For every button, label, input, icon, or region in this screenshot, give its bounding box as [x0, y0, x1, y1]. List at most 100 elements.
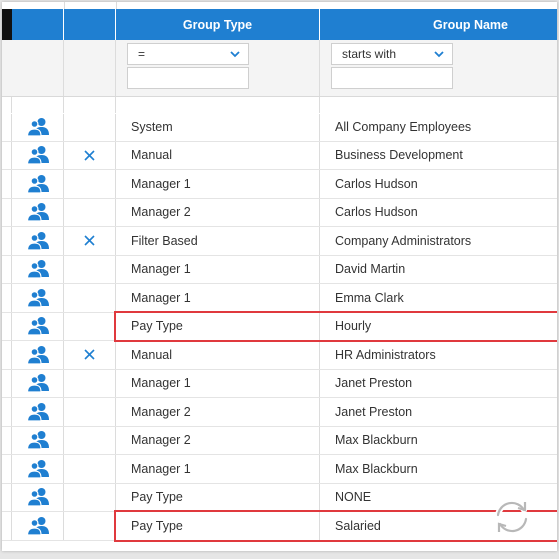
row-edge-cell [2, 398, 12, 426]
group-name-filter-input[interactable] [331, 67, 453, 89]
group-name-cell[interactable]: HR Administrators [320, 341, 557, 369]
group-name-cell[interactable]: Emma Clark [320, 284, 557, 312]
members-cell[interactable] [12, 198, 64, 226]
row-edge-cell [2, 369, 12, 397]
group-type-operator-value: = [138, 47, 146, 61]
groups-grid-panel: Group Type Group Name = starts with Syst… [2, 2, 557, 551]
group-name-cell[interactable]: Max Blackburn [320, 455, 557, 483]
members-cell[interactable] [12, 141, 64, 169]
filter-row: = starts with [2, 40, 557, 97]
remove-cell [64, 369, 116, 397]
close-icon [84, 235, 95, 246]
remove-cell [64, 426, 116, 454]
header-strip-seg [64, 2, 117, 9]
table-row[interactable]: Manager 1 Max Blackburn [2, 455, 557, 484]
group-name-cell[interactable]: All Company Employees [320, 114, 557, 141]
close-icon [84, 349, 95, 360]
refresh-icon[interactable] [489, 497, 535, 537]
filter-group-name: starts with [320, 40, 557, 96]
header-group-type[interactable]: Group Type [116, 9, 320, 40]
group-name-cell[interactable]: Janet Preston [320, 398, 557, 426]
group-type-cell: Pay Type [116, 512, 320, 540]
remove-cell[interactable] [64, 341, 116, 369]
spacer-cell [2, 97, 12, 113]
table-row[interactable]: Pay Type Salaried [2, 512, 557, 541]
users-icon [26, 431, 49, 450]
group-type-cell: Pay Type [116, 312, 320, 340]
users-icon [26, 203, 49, 222]
group-name-cell[interactable]: Carlos Hudson [320, 170, 557, 198]
group-type-cell: Manager 1 [116, 170, 320, 198]
row-edge-cell [2, 341, 12, 369]
group-name-cell[interactable]: Janet Preston [320, 370, 557, 398]
group-name-cell[interactable]: Business Development [320, 142, 557, 170]
group-type-cell: Pay Type [116, 483, 320, 511]
table-row[interactable]: Manager 1 Carlos Hudson [2, 170, 557, 199]
row-edge-cell [2, 312, 12, 340]
row-edge-cell [2, 141, 12, 169]
users-icon [26, 288, 49, 308]
row-edge-cell [2, 426, 12, 454]
members-cell[interactable] [12, 114, 64, 141]
users-icon [26, 402, 49, 422]
remove-cell[interactable] [64, 141, 116, 169]
group-type-cell: Manual [116, 341, 320, 369]
members-cell[interactable] [12, 255, 64, 283]
group-name-operator-select[interactable]: starts with [331, 43, 453, 65]
members-cell[interactable] [12, 341, 64, 369]
row-edge-cell [2, 170, 12, 198]
members-cell[interactable] [12, 312, 64, 340]
group-type-cell: Manager 1 [116, 455, 320, 483]
group-name-cell[interactable]: Company Administrators [320, 227, 557, 255]
table-row[interactable]: Pay Type NONE [2, 483, 557, 512]
group-name-cell[interactable]: Carlos Hudson [320, 199, 557, 227]
group-type-filter-input[interactable] [127, 67, 249, 89]
header-strip-seg [2, 2, 65, 9]
header-group-name[interactable]: Group Name [320, 9, 557, 40]
table-row[interactable]: Manual HR Administrators [2, 341, 557, 370]
table-row[interactable]: Manager 1 Emma Clark [2, 284, 557, 313]
members-cell[interactable] [12, 284, 64, 312]
table-row[interactable]: Pay Type Hourly [2, 312, 557, 341]
row-edge-cell [2, 512, 12, 540]
members-cell[interactable] [12, 369, 64, 397]
group-type-operator-select[interactable]: = [127, 43, 249, 65]
table-row[interactable]: Manager 2 Janet Preston [2, 398, 557, 427]
rows-spacer [2, 97, 557, 113]
table-row[interactable]: Manual Business Development [2, 141, 557, 170]
remove-cell [64, 284, 116, 312]
table-row[interactable]: System All Company Employees [2, 113, 557, 142]
row-edge-cell [2, 227, 12, 255]
chevron-down-icon [434, 51, 444, 58]
members-cell[interactable] [12, 398, 64, 426]
remove-cell [64, 483, 116, 511]
group-name-cell[interactable]: Hourly [320, 313, 557, 341]
group-type-cell: Manager 1 [116, 369, 320, 397]
spacer-cell [12, 97, 64, 113]
remove-cell [64, 198, 116, 226]
members-cell[interactable] [12, 426, 64, 454]
table-row[interactable]: Manager 1 Janet Preston [2, 369, 557, 398]
spacer-cell [116, 97, 320, 113]
table-row[interactable]: Manager 1 David Martin [2, 255, 557, 284]
table-row[interactable]: Manager 2 Max Blackburn [2, 426, 557, 455]
filter-cell-empty [64, 40, 116, 96]
remove-cell[interactable] [64, 227, 116, 255]
table-row[interactable]: Filter Based Company Administrators [2, 227, 557, 256]
group-name-cell[interactable]: Max Blackburn [320, 427, 557, 455]
members-cell[interactable] [12, 170, 64, 198]
remove-cell [64, 170, 116, 198]
group-type-cell: Manager 1 [116, 284, 320, 312]
group-name-cell[interactable]: David Martin [320, 256, 557, 284]
members-cell[interactable] [12, 455, 64, 483]
group-type-cell: Manager 2 [116, 398, 320, 426]
grid-body: System All Company Employees Manual Busines… [2, 113, 557, 541]
table-row[interactable]: Manager 2 Carlos Hudson [2, 198, 557, 227]
members-cell[interactable] [12, 483, 64, 511]
group-type-cell: System [116, 114, 320, 141]
members-cell[interactable] [12, 227, 64, 255]
row-edge-cell [2, 198, 12, 226]
members-cell[interactable] [12, 512, 64, 540]
remove-cell [64, 512, 116, 540]
group-type-cell: Filter Based [116, 227, 320, 255]
